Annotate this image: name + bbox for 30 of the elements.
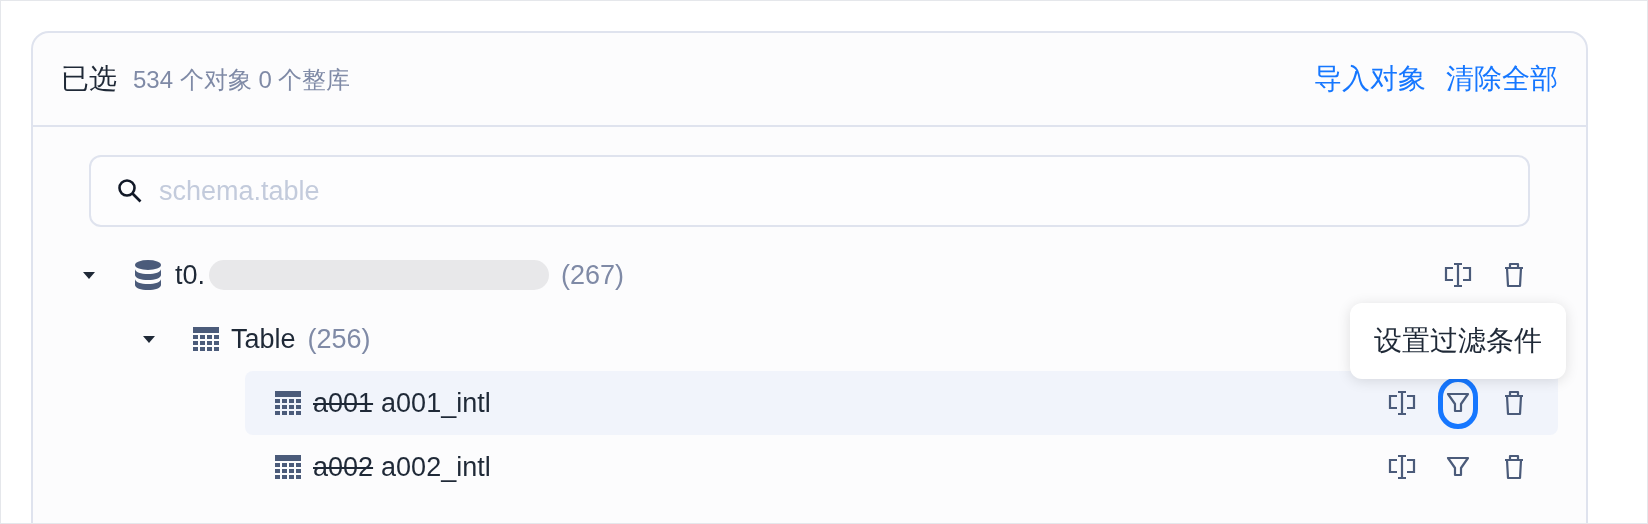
panel-title: 已选 (61, 62, 117, 96)
table-icon (275, 391, 301, 415)
item-count: (256) (307, 322, 371, 356)
database-name: t0. (175, 258, 206, 292)
header-link[interactable]: 清除全部 (1446, 58, 1558, 100)
trash-icon (1502, 261, 1526, 289)
tree-row[interactable]: a002 a002_intl (245, 435, 1558, 499)
table-icon (193, 327, 219, 351)
table-icon (275, 455, 301, 479)
old-table-name: a002 (313, 450, 374, 484)
old-table-name: a001 (313, 386, 374, 420)
database-icon (133, 259, 163, 291)
header-link[interactable]: 导入对象 (1314, 58, 1426, 100)
text-cursor-box-icon (1443, 261, 1473, 289)
caret-icon[interactable] (141, 333, 157, 345)
tree-row[interactable]: Table (256) (33, 307, 379, 371)
caret-icon[interactable] (81, 269, 97, 281)
search-icon (117, 178, 143, 204)
text-cursor-box-icon (1387, 453, 1417, 481)
tooltip: 设置过滤条件 (1350, 303, 1566, 379)
table-name: a001_intl (381, 386, 491, 420)
table-name: a002_intl (381, 450, 491, 484)
trash-icon (1502, 389, 1526, 417)
tree-row[interactable]: a001 a001_intl (245, 371, 1558, 435)
search-field[interactable]: schema.table (89, 155, 1530, 227)
text-cursor-box-icon (1387, 389, 1417, 417)
group-name: Table (231, 322, 296, 356)
trash-icon (1502, 453, 1526, 481)
selection-summary: 534 个对象 0 个整库 (133, 65, 351, 95)
item-count: (267) (561, 258, 625, 292)
